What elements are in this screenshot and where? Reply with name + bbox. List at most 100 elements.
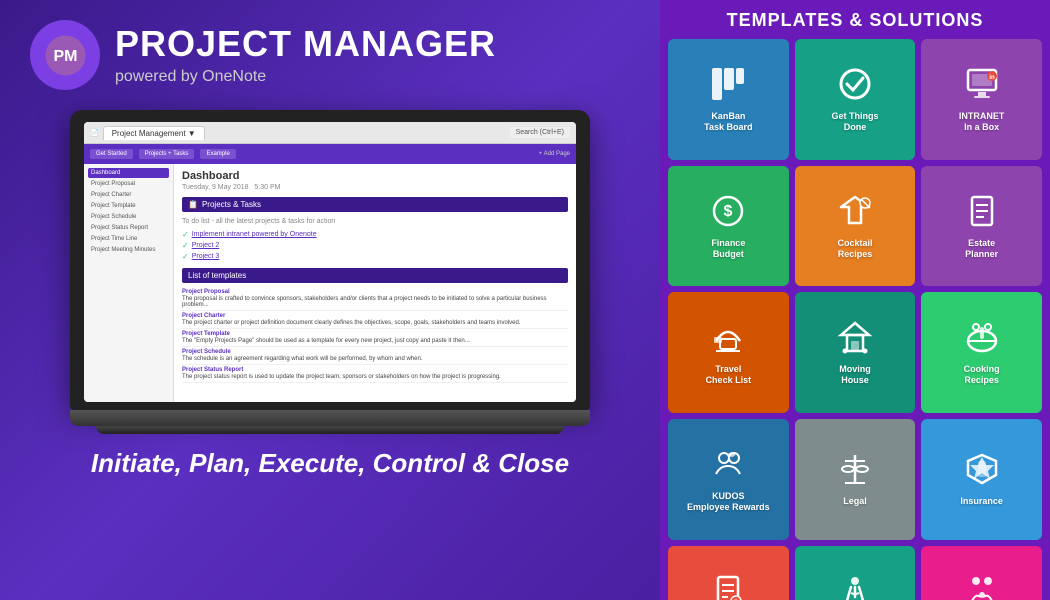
tile-getthings-label: Get ThingsDone — [831, 111, 878, 133]
screen-topbar: 📄 Project Management ▼ Search (Ctrl+E) — [84, 122, 576, 144]
screen-dashboard-title: Dashboard — [182, 170, 568, 182]
sidebar-item-schedule[interactable]: Project Schedule — [88, 212, 169, 222]
tile-insurance-label: Insurance — [960, 496, 1003, 507]
check-icon-3: ✓ — [182, 252, 189, 261]
laptop-screen-outer: 📄 Project Management ▼ Search (Ctrl+E) G… — [70, 110, 590, 410]
task-item-3[interactable]: ✓ Project 3 — [182, 251, 568, 262]
tile-kudos-label: KUDOSEmployee Rewards — [687, 491, 770, 513]
list-item-desc-schedule: The schedule is an agreement regarding w… — [182, 356, 568, 362]
tile-kanban[interactable]: KanBanTask Board — [668, 39, 789, 160]
screen-projects-section: 📋 Projects & Tasks — [182, 197, 568, 212]
list-item-title-proposal: Project Proposal — [182, 289, 568, 295]
left-panel: PM Project Manager powered by OneNote 📄 … — [0, 0, 660, 600]
legal-icon — [837, 451, 873, 492]
list-item-title-charter: Project Charter — [182, 313, 568, 319]
tile-finance[interactable]: $ FinanceBudget — [668, 166, 789, 287]
tile-intranet[interactable]: in INTRANETIn a Box — [921, 39, 1042, 160]
laptop-mockup: 📄 Project Management ▼ Search (Ctrl+E) G… — [70, 110, 590, 434]
getthings-icon — [837, 66, 873, 107]
tile-legal[interactable]: Legal — [795, 419, 916, 540]
tile-fitness[interactable]: FitnessHealth — [795, 546, 916, 600]
task-item-1[interactable]: ✓ Implement intranet powered by Onenote — [182, 229, 568, 240]
tile-moving-label: MovingHouse — [839, 364, 871, 386]
diary-icon: 📅 — [710, 573, 746, 600]
sidebar-item-report[interactable]: Project Status Report — [88, 223, 169, 233]
app-title: Project Manager — [115, 24, 496, 64]
list-item-desc-template: The "Empty Projects Page" should be used… — [182, 338, 568, 344]
screen-date: Tuesday, 9 May 2018 5:30 PM — [182, 184, 568, 191]
screen-toolbar: Get Started Projects + Tasks Example + A… — [84, 144, 576, 164]
tile-cocktail[interactable]: CocktailRecipes — [795, 166, 916, 287]
tile-kudos[interactable]: KUDOSEmployee Rewards — [668, 419, 789, 540]
sidebar-item-charter[interactable]: Project Charter — [88, 190, 169, 200]
task-label-2: Project 2 — [192, 242, 220, 249]
list-item-status: Project Status Report The project status… — [182, 365, 568, 383]
insurance-icon — [964, 451, 1000, 492]
tile-family[interactable]: FamilyTree — [921, 546, 1042, 600]
tile-moving[interactable]: MovingHouse — [795, 292, 916, 413]
intranet-icon: in — [964, 66, 1000, 107]
laptop-foot — [96, 426, 564, 434]
svg-text:in: in — [989, 75, 995, 81]
tile-getthings[interactable]: Get ThingsDone — [795, 39, 916, 160]
tile-cocktail-label: CocktailRecipes — [837, 238, 872, 260]
tile-intranet-label: INTRANETIn a Box — [959, 111, 1005, 133]
left-header: PM Project Manager powered by OneNote — [30, 20, 630, 90]
task-label-1: Implement intranet powered by Onenote — [192, 231, 317, 238]
logo-icon: PM — [43, 33, 88, 78]
screen-body: Dashboard Project Proposal Project Chart… — [84, 164, 576, 402]
list-item-desc-charter: The project charter or project definitio… — [182, 320, 568, 326]
screen-subtitle: To do list - all the latest projects & t… — [182, 218, 568, 225]
projects-icon: 📋 — [188, 200, 198, 209]
tile-kanban-label: KanBanTask Board — [704, 111, 752, 133]
toolbar-btn-example[interactable]: Example — [200, 149, 235, 159]
tile-legal-label: Legal — [843, 496, 867, 507]
tiles-grid: KanBanTask Board Get ThingsDone in — [668, 39, 1042, 600]
sidebar-item-dashboard[interactable]: Dashboard — [88, 168, 169, 178]
laptop-screen: 📄 Project Management ▼ Search (Ctrl+E) G… — [84, 122, 576, 402]
sidebar-item-timeline[interactable]: Project Time Line — [88, 234, 169, 244]
tile-estate[interactable]: EstatePlanner — [921, 166, 1042, 287]
logo: PM — [30, 20, 100, 90]
kanban-icon — [710, 66, 746, 107]
cooking-icon — [964, 319, 1000, 360]
svg-text:$: $ — [724, 203, 733, 220]
screen-main: Dashboard Tuesday, 9 May 2018 5:30 PM 📋 … — [174, 164, 576, 402]
tile-finance-label: FinanceBudget — [711, 238, 745, 260]
screen-tab-pm[interactable]: Project Management ▼ — [103, 126, 205, 140]
check-icon-2: ✓ — [182, 241, 189, 250]
finance-icon: $ — [710, 193, 746, 234]
powered-by: powered by OneNote — [115, 68, 496, 86]
sidebar-item-proposal[interactable]: Project Proposal — [88, 179, 169, 189]
sidebar-item-minutes[interactable]: Project Meeting Minutes — [88, 245, 169, 255]
tile-diary[interactable]: 📅 DiaryJournal — [668, 546, 789, 600]
task-item-2[interactable]: ✓ Project 2 — [182, 240, 568, 251]
screen-sidebar: Dashboard Project Proposal Project Chart… — [84, 164, 174, 402]
tile-cooking[interactable]: CookingRecipes — [921, 292, 1042, 413]
bottom-tagline: Initiate, Plan, Execute, Control & Close — [91, 448, 569, 479]
list-item-schedule: Project Schedule The schedule is an agre… — [182, 347, 568, 365]
list-item-desc-proposal: The proposal is crafted to convince spon… — [182, 296, 568, 308]
cocktail-icon — [837, 193, 873, 234]
svg-text:PM: PM — [53, 48, 77, 65]
sidebar-item-template[interactable]: Project Template — [88, 201, 169, 211]
list-item-charter: Project Charter The project charter or p… — [182, 311, 568, 329]
task-label-3: Project 3 — [192, 253, 220, 260]
tile-travel-label: TravelCheck List — [706, 364, 752, 386]
laptop-base — [70, 410, 590, 426]
tile-travel[interactable]: TravelCheck List — [668, 292, 789, 413]
tile-cooking-label: CookingRecipes — [964, 364, 1000, 386]
toolbar-btn-projects[interactable]: Projects + Tasks — [139, 149, 195, 159]
toolbar-btn-getstarted[interactable]: Get Started — [90, 149, 133, 159]
tile-estate-label: EstatePlanner — [965, 238, 998, 260]
family-icon — [964, 573, 1000, 600]
right-panel: Templates & Solutions KanBanTask Board G… — [660, 0, 1050, 600]
tile-insurance[interactable]: Insurance — [921, 419, 1042, 540]
check-icon-1: ✓ — [182, 230, 189, 239]
right-title: Templates & Solutions — [668, 10, 1042, 31]
list-item-desc-status: The project status report is used to upd… — [182, 374, 568, 380]
list-item-template: Project Template The "Empty Projects Pag… — [182, 329, 568, 347]
screen-list-header: List of templates — [182, 268, 568, 283]
estate-icon — [964, 193, 1000, 234]
list-item-proposal: Project Proposal The proposal is crafted… — [182, 287, 568, 311]
